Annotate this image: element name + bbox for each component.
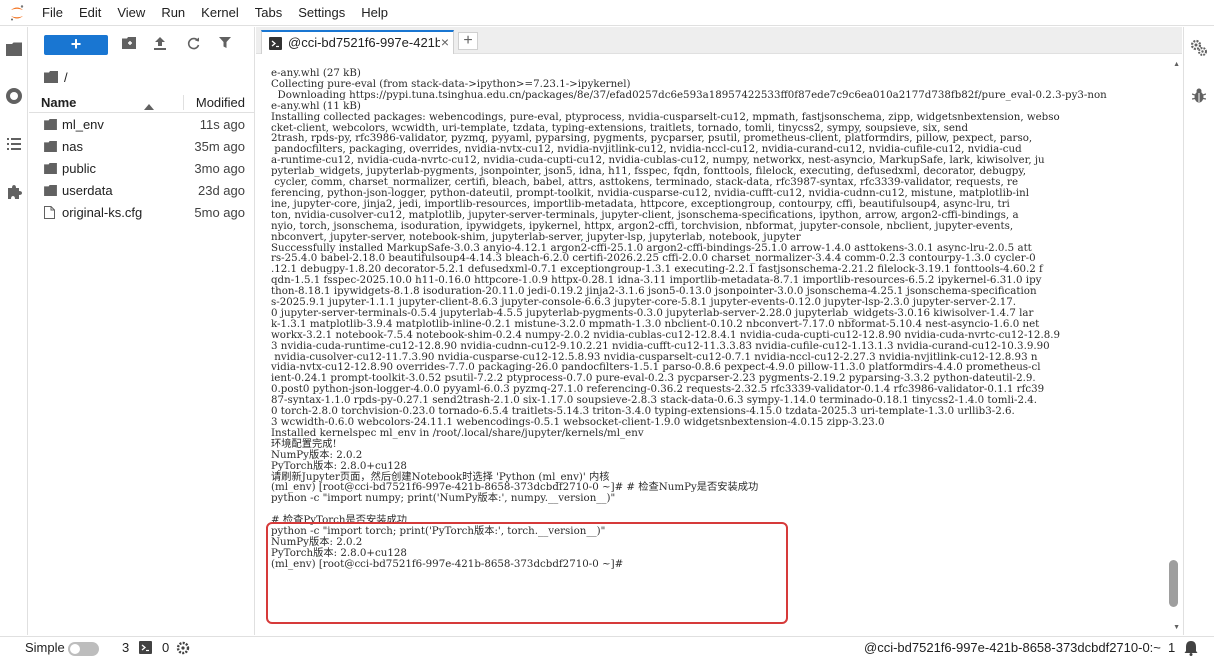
menu-run[interactable]: Run xyxy=(153,0,193,26)
settings-gears-icon[interactable] xyxy=(1190,39,1208,60)
terminal-line: e-any.whl (11 kB) xyxy=(271,99,361,112)
terminal-line: 3 nvidia-cuda-runtime-cu12-12.8.90 nvidi… xyxy=(271,339,1050,352)
folder-icon xyxy=(44,162,57,177)
folder-icon[interactable] xyxy=(4,39,24,59)
folder-icon[interactable] xyxy=(44,71,58,83)
file-name: public xyxy=(62,161,96,176)
kernels-count[interactable]: 0 xyxy=(162,640,169,655)
tab-label: @cci-bd7521f6-997e-421b xyxy=(288,35,440,50)
status-bar: Simple 3 0 @cci-bd7521f6-997e-421b-8658-… xyxy=(0,636,1214,659)
terminal-output: e-any.whl (27 kB) Collecting pure-eval (f… xyxy=(271,68,1161,570)
file-browser: + / Name Modified ml_env 11s ago nas 35m xyxy=(29,27,255,635)
jupyter-logo-icon xyxy=(0,0,34,26)
terminal-line: Downloading https://pypi.tuna.tsinghua.e… xyxy=(271,88,1107,101)
file-modified: 11s ago xyxy=(199,117,245,132)
terminal-name: @cci-bd7521f6-997e-421b-8658-373dcbdf271… xyxy=(864,640,1161,655)
left-activity-bar xyxy=(0,27,28,635)
terminal-line: nyio, torch, jsonschema, isoduration, ip… xyxy=(271,219,1014,232)
menu-file[interactable]: File xyxy=(34,0,71,26)
file-name: ml_env xyxy=(62,117,104,132)
toc-icon[interactable] xyxy=(4,134,24,154)
terminal-line: nbconvert, jupyter-server, notebook-shim… xyxy=(271,230,801,243)
running-icon[interactable] xyxy=(4,86,24,106)
folder-icon xyxy=(44,140,57,155)
file-name: userdata xyxy=(62,183,113,198)
terminal-panel[interactable]: e-any.whl (27 kB) Collecting pure-eval (f… xyxy=(256,55,1182,635)
simple-mode-toggle[interactable] xyxy=(68,642,99,656)
file-modified: 35m ago xyxy=(194,139,245,154)
extension-icon[interactable] xyxy=(4,182,24,202)
terminal-line: 环境配置完成! xyxy=(271,437,337,450)
add-tab-button[interactable]: + xyxy=(458,32,478,50)
folder-icon xyxy=(44,184,57,199)
menu-help[interactable]: Help xyxy=(353,0,396,26)
scroll-up-icon[interactable]: ▲ xyxy=(1173,61,1180,68)
new-folder-icon[interactable] xyxy=(122,37,138,53)
terminal-line: NumPy版本: 2.0.2 xyxy=(271,448,363,461)
tab-bar: @cci-bd7521f6-997e-421b × + xyxy=(256,27,1182,54)
sort-ascending-icon xyxy=(144,98,154,113)
terminal-line: python -c "import numpy; print('NumPy版本:… xyxy=(271,492,616,505)
file-name: nas xyxy=(62,139,83,154)
column-divider[interactable] xyxy=(183,95,184,110)
simple-mode-label: Simple xyxy=(25,640,65,655)
file-modified: 23d ago xyxy=(198,183,245,198)
file-modified: 3mo ago xyxy=(194,161,245,176)
kernel-gear-icon xyxy=(176,641,190,658)
notification-bell-icon[interactable] xyxy=(1184,640,1198,659)
debugger-bug-icon[interactable] xyxy=(1191,88,1207,106)
right-sidebar xyxy=(1183,27,1214,635)
menu-view[interactable]: View xyxy=(109,0,153,26)
file-row-nas[interactable]: nas 35m ago xyxy=(29,136,255,158)
tab-terminal[interactable]: @cci-bd7521f6-997e-421b × xyxy=(261,30,454,54)
scroll-down-icon[interactable]: ▼ xyxy=(1173,624,1180,631)
scrollbar-thumb[interactable] xyxy=(1169,560,1178,607)
refresh-icon[interactable] xyxy=(187,37,203,53)
file-modified: 5mo ago xyxy=(194,205,245,220)
terminal-icon xyxy=(139,641,152,657)
file-list-header: Name Modified xyxy=(29,93,255,113)
breadcrumb: / xyxy=(44,67,68,87)
file-row-userdata[interactable]: userdata 23d ago xyxy=(29,180,255,202)
filter-icon[interactable] xyxy=(219,37,235,53)
menu-edit[interactable]: Edit xyxy=(71,0,109,26)
file-browser-toolbar: + xyxy=(29,35,255,57)
folder-icon xyxy=(44,118,57,133)
terminal-line: PyTorch版本: 2.8.0+cu128 xyxy=(271,459,407,472)
close-icon[interactable]: × xyxy=(441,34,449,50)
terminal-line: Installing collected packages: webencodi… xyxy=(271,110,1060,123)
file-name: original-ks.cfg xyxy=(62,205,143,220)
menu-tabs[interactable]: Tabs xyxy=(247,0,290,26)
menu-bar: File Edit View Run Kernel Tabs Settings … xyxy=(0,0,1214,26)
terminal-line: Installed kernelspec ml_env in /root/.lo… xyxy=(271,426,644,439)
file-icon xyxy=(44,206,55,222)
line-number: 1 xyxy=(1168,640,1176,655)
breadcrumb-root[interactable]: / xyxy=(64,70,68,85)
highlight-box xyxy=(266,522,788,624)
file-row-ml-env[interactable]: ml_env 11s ago xyxy=(29,114,255,136)
column-modified-header[interactable]: Modified xyxy=(196,95,245,110)
file-row-public[interactable]: public 3mo ago xyxy=(29,158,255,180)
file-row-original-ks-cfg[interactable]: original-ks.cfg 5mo ago xyxy=(29,202,255,224)
upload-icon[interactable] xyxy=(154,37,170,53)
terminals-count[interactable]: 3 xyxy=(122,640,129,655)
menu-settings[interactable]: Settings xyxy=(290,0,353,26)
terminal-icon xyxy=(269,37,282,53)
menu-kernel[interactable]: Kernel xyxy=(193,0,247,26)
new-launcher-button[interactable]: + xyxy=(44,35,108,55)
column-name-header[interactable]: Name xyxy=(41,95,76,110)
